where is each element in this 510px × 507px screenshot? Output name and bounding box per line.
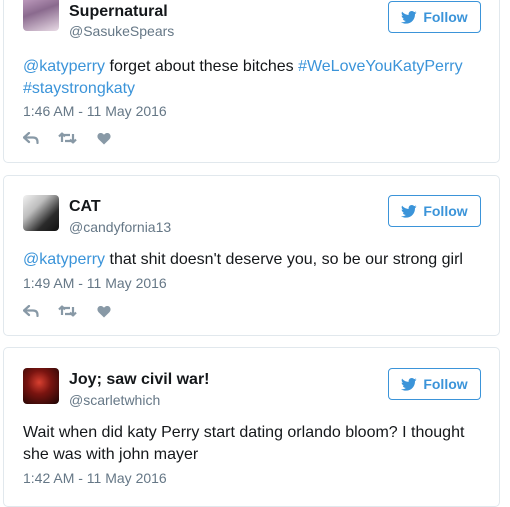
avatar[interactable] [23,0,59,31]
tweet-body: Wait when did katy Perry start dating or… [23,424,465,463]
follow-label: Follow [423,376,468,392]
heart-icon[interactable] [97,132,111,145]
tweet-card: Supernatural @SasukeSpears Follow @katyp… [3,0,500,163]
follow-label: Follow [423,203,468,219]
user-name[interactable]: Joy; saw civil war! [69,371,210,389]
reply-icon[interactable] [23,305,39,317]
mention-link[interactable]: @katyperry [23,58,105,75]
tweet-body: forget about these bitches [105,58,299,75]
tweet-text: @katyperry forget about these bitches #W… [23,56,483,100]
follow-button[interactable]: Follow [388,195,481,227]
tweet-card: Joy; saw civil war! @scarletwhich Follow… [3,347,500,507]
retweet-icon[interactable] [58,305,77,317]
heart-icon[interactable] [97,305,111,318]
avatar[interactable] [23,368,59,404]
follow-label: Follow [423,9,468,25]
twitter-bird-icon [401,377,417,391]
twitter-bird-icon [401,10,417,24]
follow-button[interactable]: Follow [388,1,481,33]
hashtag-link[interactable]: #WeLoveYouKatyPerry [298,58,463,75]
tweet-timestamp[interactable]: 1:42 AM - 11 May 2016 [23,470,167,486]
tweet-body: that shit doesn't deserve you, so be our… [105,251,463,268]
user-handle[interactable]: @candyfornia13 [69,219,171,235]
tweet-text: @katyperry that shit doesn't deserve you… [23,249,483,271]
user-name[interactable]: CAT [69,198,101,216]
tweet-text: Wait when did katy Perry start dating or… [23,422,483,466]
mention-link[interactable]: @katyperry [23,251,105,268]
reply-icon[interactable] [23,132,39,144]
tweet-card: CAT @candyfornia13 Follow @katyperry tha… [3,175,500,336]
tweet-actions [23,130,111,146]
tweet-actions [23,303,111,319]
user-handle[interactable]: @scarletwhich [69,392,160,408]
user-handle[interactable]: @SasukeSpears [69,23,174,39]
retweet-icon[interactable] [58,132,77,144]
tweet-timestamp[interactable]: 1:46 AM - 11 May 2016 [23,103,167,119]
avatar[interactable] [23,195,59,231]
tweet-timestamp[interactable]: 1:49 AM - 11 May 2016 [23,275,167,291]
follow-button[interactable]: Follow [388,368,481,400]
hashtag-link[interactable]: #staystrongkaty [23,80,135,97]
twitter-bird-icon [401,204,417,218]
user-name[interactable]: Supernatural [69,3,168,21]
